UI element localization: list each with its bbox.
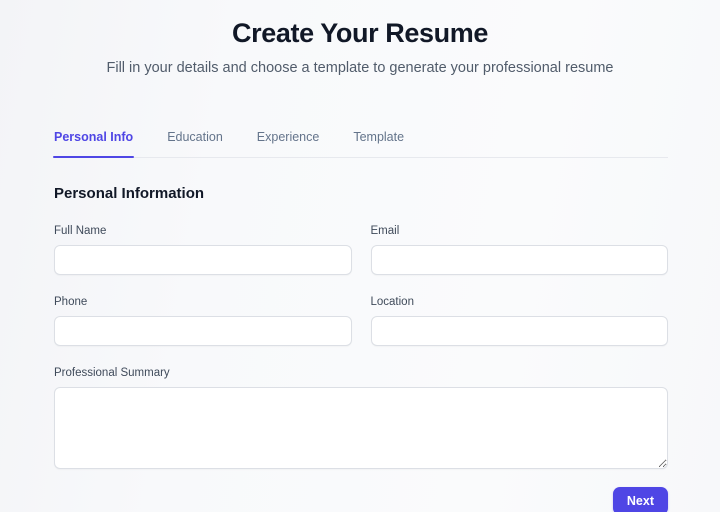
label-full-name: Full Name [54,225,107,237]
tab-template[interactable]: Template [353,129,404,157]
field-professional-summary: Professional Summary [54,366,668,469]
input-phone[interactable] [54,316,352,346]
field-full-name: Full Name [54,224,352,275]
input-full-name[interactable] [54,245,352,275]
page-subtitle: Fill in your details and choose a templa… [106,60,614,76]
resume-form-card: Personal Info Education Experience Templ… [52,118,668,512]
form-footer: Next [54,487,668,512]
resume-builder-page: Create Your Resume Fill in your details … [0,0,720,512]
input-email[interactable] [370,245,668,275]
wizard-tabs: Personal Info Education Experience Templ… [52,118,668,158]
section-title-personal-information: Personal Information [54,185,205,202]
field-email: Email [370,224,668,275]
field-location: Location [370,295,668,346]
form-row-phone-location: Phone Location [54,295,668,346]
label-location: Location [370,296,414,308]
input-location[interactable] [370,316,668,346]
next-button[interactable]: Next [612,487,668,512]
tab-personal-info[interactable]: Personal Info [52,129,135,158]
label-professional-summary: Professional Summary [54,367,170,379]
label-email: Email [370,225,400,237]
tab-education[interactable]: Education [167,129,223,157]
page-title: Create Your Resume [232,18,488,48]
input-professional-summary[interactable] [54,387,668,469]
page-header: Create Your Resume Fill in your details … [0,0,720,78]
tab-experience[interactable]: Experience [257,129,320,157]
label-phone: Phone [54,296,88,308]
form-row-name-email: Full Name Email [54,224,668,275]
field-phone: Phone [54,295,352,346]
